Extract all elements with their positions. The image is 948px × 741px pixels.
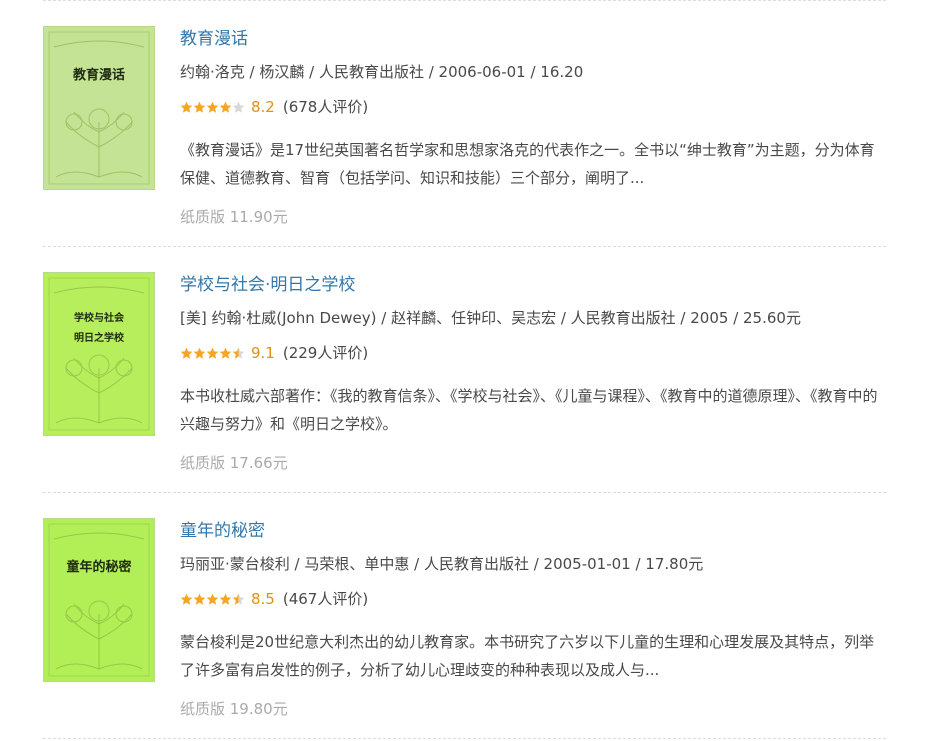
book-description: 本书收杜威六部著作：《我的教育信条》、《学校与社会》、《儿童与课程》、《教育中的… — [180, 387, 878, 433]
cover-art: 教育漫话 — [44, 27, 154, 189]
cover-art: 童年的秘密 — [44, 519, 154, 681]
book-price: 纸质版 11.90元 — [180, 208, 288, 226]
book-info: 学校与社会·明日之学校 [美] 约翰·杜威(John Dewey) / 赵祥麟、… — [180, 273, 886, 474]
star-icon — [232, 101, 245, 113]
book-rating: 9.1 (229人评价) — [180, 341, 886, 365]
book-description: 《教育漫话》是17世纪英国著名哲学家和思想家洛克的代表作之一。全书以“绅士教育”… — [180, 141, 875, 187]
star-icon — [193, 101, 206, 113]
rating-value: 8.5 — [251, 590, 275, 608]
book-info: 教育漫话 约翰·洛克 / 杨汉麟 / 人民教育出版社 / 2006-06-01 … — [180, 27, 886, 228]
star-icon — [193, 347, 206, 359]
rating-stars — [180, 593, 245, 606]
rating-stars — [180, 347, 245, 360]
book-cover[interactable]: 教育漫话 — [43, 26, 155, 190]
rating-count: (678人评价) — [282, 98, 369, 116]
book-title-link[interactable]: 教育漫话 — [180, 27, 886, 51]
star-icon — [180, 347, 193, 359]
book-rating: 8.2 (678人评价) — [180, 95, 886, 119]
book-item: 童年的秘密 童年的秘密 玛丽亚·蒙台梭利 / 马荣根、单中惠 / 人民教育出版社… — [43, 493, 886, 738]
rating-value: 9.1 — [251, 344, 275, 362]
star-icon — [180, 593, 193, 605]
star-icon — [206, 593, 219, 605]
book-meta: 约翰·洛克 / 杨汉麟 / 人民教育出版社 / 2006-06-01 / 16.… — [180, 63, 584, 81]
book-meta: 玛丽亚·蒙台梭利 / 马荣根、单中惠 / 人民教育出版社 / 2005-01-0… — [180, 555, 704, 573]
rating-value: 8.2 — [251, 98, 275, 116]
star-icon — [206, 101, 219, 113]
book-list: 教育漫话 教育漫话 约翰·洛克 / 杨汉麟 / 人民教育出版社 / 2006-0… — [43, 0, 886, 739]
cover-title-text: 教育漫话 — [72, 67, 125, 83]
book-title-link[interactable]: 童年的秘密 — [180, 519, 886, 543]
star-icon — [219, 347, 232, 359]
book-title-link[interactable]: 学校与社会·明日之学校 — [180, 273, 886, 297]
book-item: 学校与社会明日之学校 学校与社会·明日之学校 [美] 约翰·杜威(John De… — [43, 247, 886, 492]
cover-art: 学校与社会明日之学校 — [44, 273, 154, 435]
star-icon — [232, 593, 245, 605]
book-item: 教育漫话 教育漫话 约翰·洛克 / 杨汉麟 / 人民教育出版社 / 2006-0… — [43, 1, 886, 246]
rating-stars — [180, 101, 245, 114]
divider — [43, 738, 886, 739]
book-price: 纸质版 17.66元 — [180, 454, 288, 472]
rating-count: (229人评价) — [282, 344, 369, 362]
book-price: 纸质版 19.80元 — [180, 700, 288, 718]
star-icon — [193, 593, 206, 605]
book-info: 童年的秘密 玛丽亚·蒙台梭利 / 马荣根、单中惠 / 人民教育出版社 / 200… — [180, 519, 886, 720]
book-cover[interactable]: 学校与社会明日之学校 — [43, 272, 155, 436]
star-icon — [219, 593, 232, 605]
star-icon — [180, 101, 193, 113]
star-icon — [206, 347, 219, 359]
star-icon — [219, 101, 232, 113]
book-cover[interactable]: 童年的秘密 — [43, 518, 155, 682]
rating-count: (467人评价) — [282, 590, 369, 608]
star-icon — [232, 347, 245, 359]
cover-title-text: 童年的秘密 — [66, 559, 131, 575]
book-description: 蒙台梭利是20世纪意大利杰出的幼儿教育家。本书研究了六岁以下儿童的生理和心理发展… — [180, 633, 875, 679]
book-rating: 8.5 (467人评价) — [180, 587, 886, 611]
book-meta: [美] 约翰·杜威(John Dewey) / 赵祥麟、任钟印、吴志宏 / 人民… — [180, 309, 801, 327]
